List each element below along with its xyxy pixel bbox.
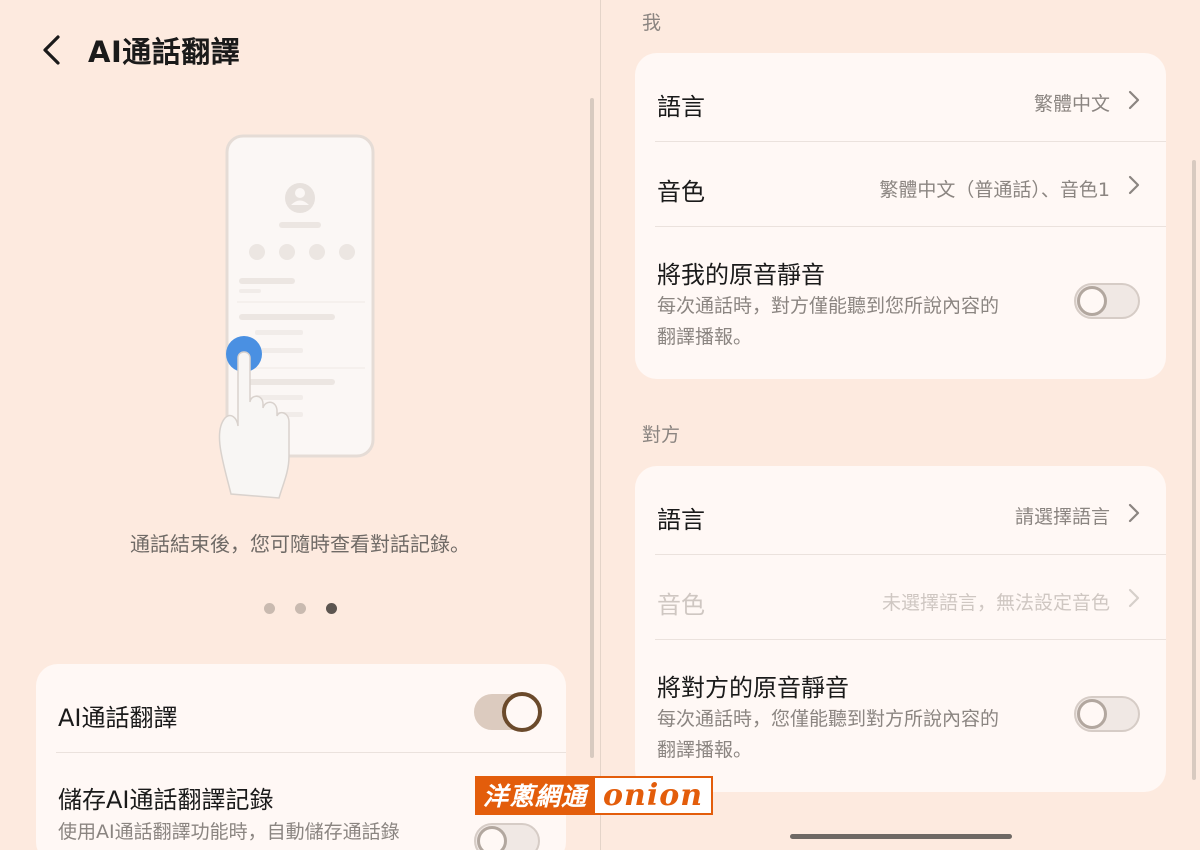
me-mute-row[interactable]: 將我的原音靜音 每次通話時，對方僅能聽到您所說內容的 翻譯播報。 <box>635 227 1166 379</box>
section-label-me: 我 <box>642 12 662 34</box>
save-record-toggle[interactable] <box>474 823 540 850</box>
page-indicator <box>0 603 600 614</box>
description-line: 翻譯播報。 <box>657 739 753 761</box>
back-button[interactable] <box>40 26 76 74</box>
save-record-description: 使用AI通話翻譯功能時，自動儲存通話錄 <box>58 821 400 843</box>
chevron-right-icon <box>1128 175 1140 195</box>
description-line: 每次通話時，您僅能聽到對方所說內容的 <box>657 708 1000 730</box>
other-mute-label: 將對方的原音靜音 <box>657 674 849 702</box>
call-record-illustration <box>218 134 375 499</box>
me-voice-row[interactable]: 音色 繁體中文（普通話）、音色1 <box>635 142 1166 226</box>
other-mute-toggle[interactable] <box>1074 696 1140 732</box>
me-voice-value: 繁體中文（普通話）、音色1 <box>879 179 1110 201</box>
me-language-value: 繁體中文 <box>1033 93 1110 115</box>
chevron-right-icon <box>1128 90 1140 110</box>
scrollbar[interactable] <box>1192 160 1196 780</box>
ai-translate-label: AI通話翻譯 <box>58 704 178 732</box>
other-language-row[interactable]: 語言 請選擇語言 <box>635 466 1166 554</box>
page-dot[interactable] <box>263 603 275 614</box>
ai-translate-settings-card: AI通話翻譯 儲存AI通話翻譯記錄 使用AI通話翻譯功能時，自動儲存通話錄 <box>36 664 566 850</box>
other-mute-row[interactable]: 將對方的原音靜音 每次通話時，您僅能聽到對方所說內容的 翻譯播報。 <box>635 640 1166 792</box>
page-dot[interactable] <box>294 603 306 614</box>
me-voice-label: 音色 <box>657 178 705 206</box>
right-pane: 我 語言 繁體中文 音色 繁體中文（普通話）、音色1 將我的原音靜音 每次通話時… <box>601 0 1200 850</box>
scrollbar[interactable] <box>590 98 594 758</box>
watermark-zh: 洋蔥網通 <box>477 778 596 813</box>
other-voice-value: 未選擇語言，無法設定音色 <box>881 592 1110 614</box>
other-settings-card: 語言 請選擇語言 音色 未選擇語言，無法設定音色 將對方的原音靜音 每次通話時，… <box>635 466 1166 792</box>
page-dot-active[interactable] <box>325 603 337 614</box>
other-language-value: 請選擇語言 <box>1014 506 1110 528</box>
page-title: AI通話翻譯 <box>88 35 241 69</box>
header: AI通話翻譯 <box>40 26 240 74</box>
watermark-en: onion <box>595 778 712 813</box>
onboarding-caption: 通話結束後，您可隨時查看對話記錄。 <box>130 532 470 556</box>
me-mute-label: 將我的原音靜音 <box>657 261 825 289</box>
description-line: 每次通話時，對方僅能聽到您所說內容的 <box>657 295 1000 317</box>
me-mute-description: 每次通話時，對方僅能聽到您所說內容的 翻譯播報。 <box>657 291 999 353</box>
me-settings-card: 語言 繁體中文 音色 繁體中文（普通話）、音色1 將我的原音靜音 每次通話時，對… <box>635 53 1166 379</box>
description-line: 翻譯播報。 <box>657 326 753 348</box>
me-mute-toggle[interactable] <box>1074 283 1140 319</box>
left-pane: AI通話翻譯 通話結束後，您可隨時查看對話記錄。 AI通話翻譯 儲存AI通話翻譯… <box>0 0 600 850</box>
ai-translate-row[interactable]: AI通話翻譯 <box>36 664 566 752</box>
save-record-label: 儲存AI通話翻譯記錄 <box>58 786 274 814</box>
ai-translate-toggle[interactable] <box>474 692 542 732</box>
other-voice-label: 音色 <box>657 591 705 619</box>
me-language-label: 語言 <box>657 93 705 121</box>
section-label-other: 對方 <box>642 424 681 446</box>
chevron-right-icon <box>1128 588 1140 608</box>
other-language-label: 語言 <box>657 506 705 534</box>
watermark-logo: 洋蔥網通 onion <box>475 776 714 815</box>
other-voice-row: 音色 未選擇語言，無法設定音色 <box>635 555 1166 639</box>
home-indicator[interactable] <box>790 834 1012 839</box>
me-language-row[interactable]: 語言 繁體中文 <box>635 53 1166 141</box>
chevron-right-icon <box>1128 503 1140 523</box>
other-mute-description: 每次通話時，您僅能聽到對方所說內容的 翻譯播報。 <box>657 704 999 766</box>
chevron-left-icon <box>43 35 60 65</box>
